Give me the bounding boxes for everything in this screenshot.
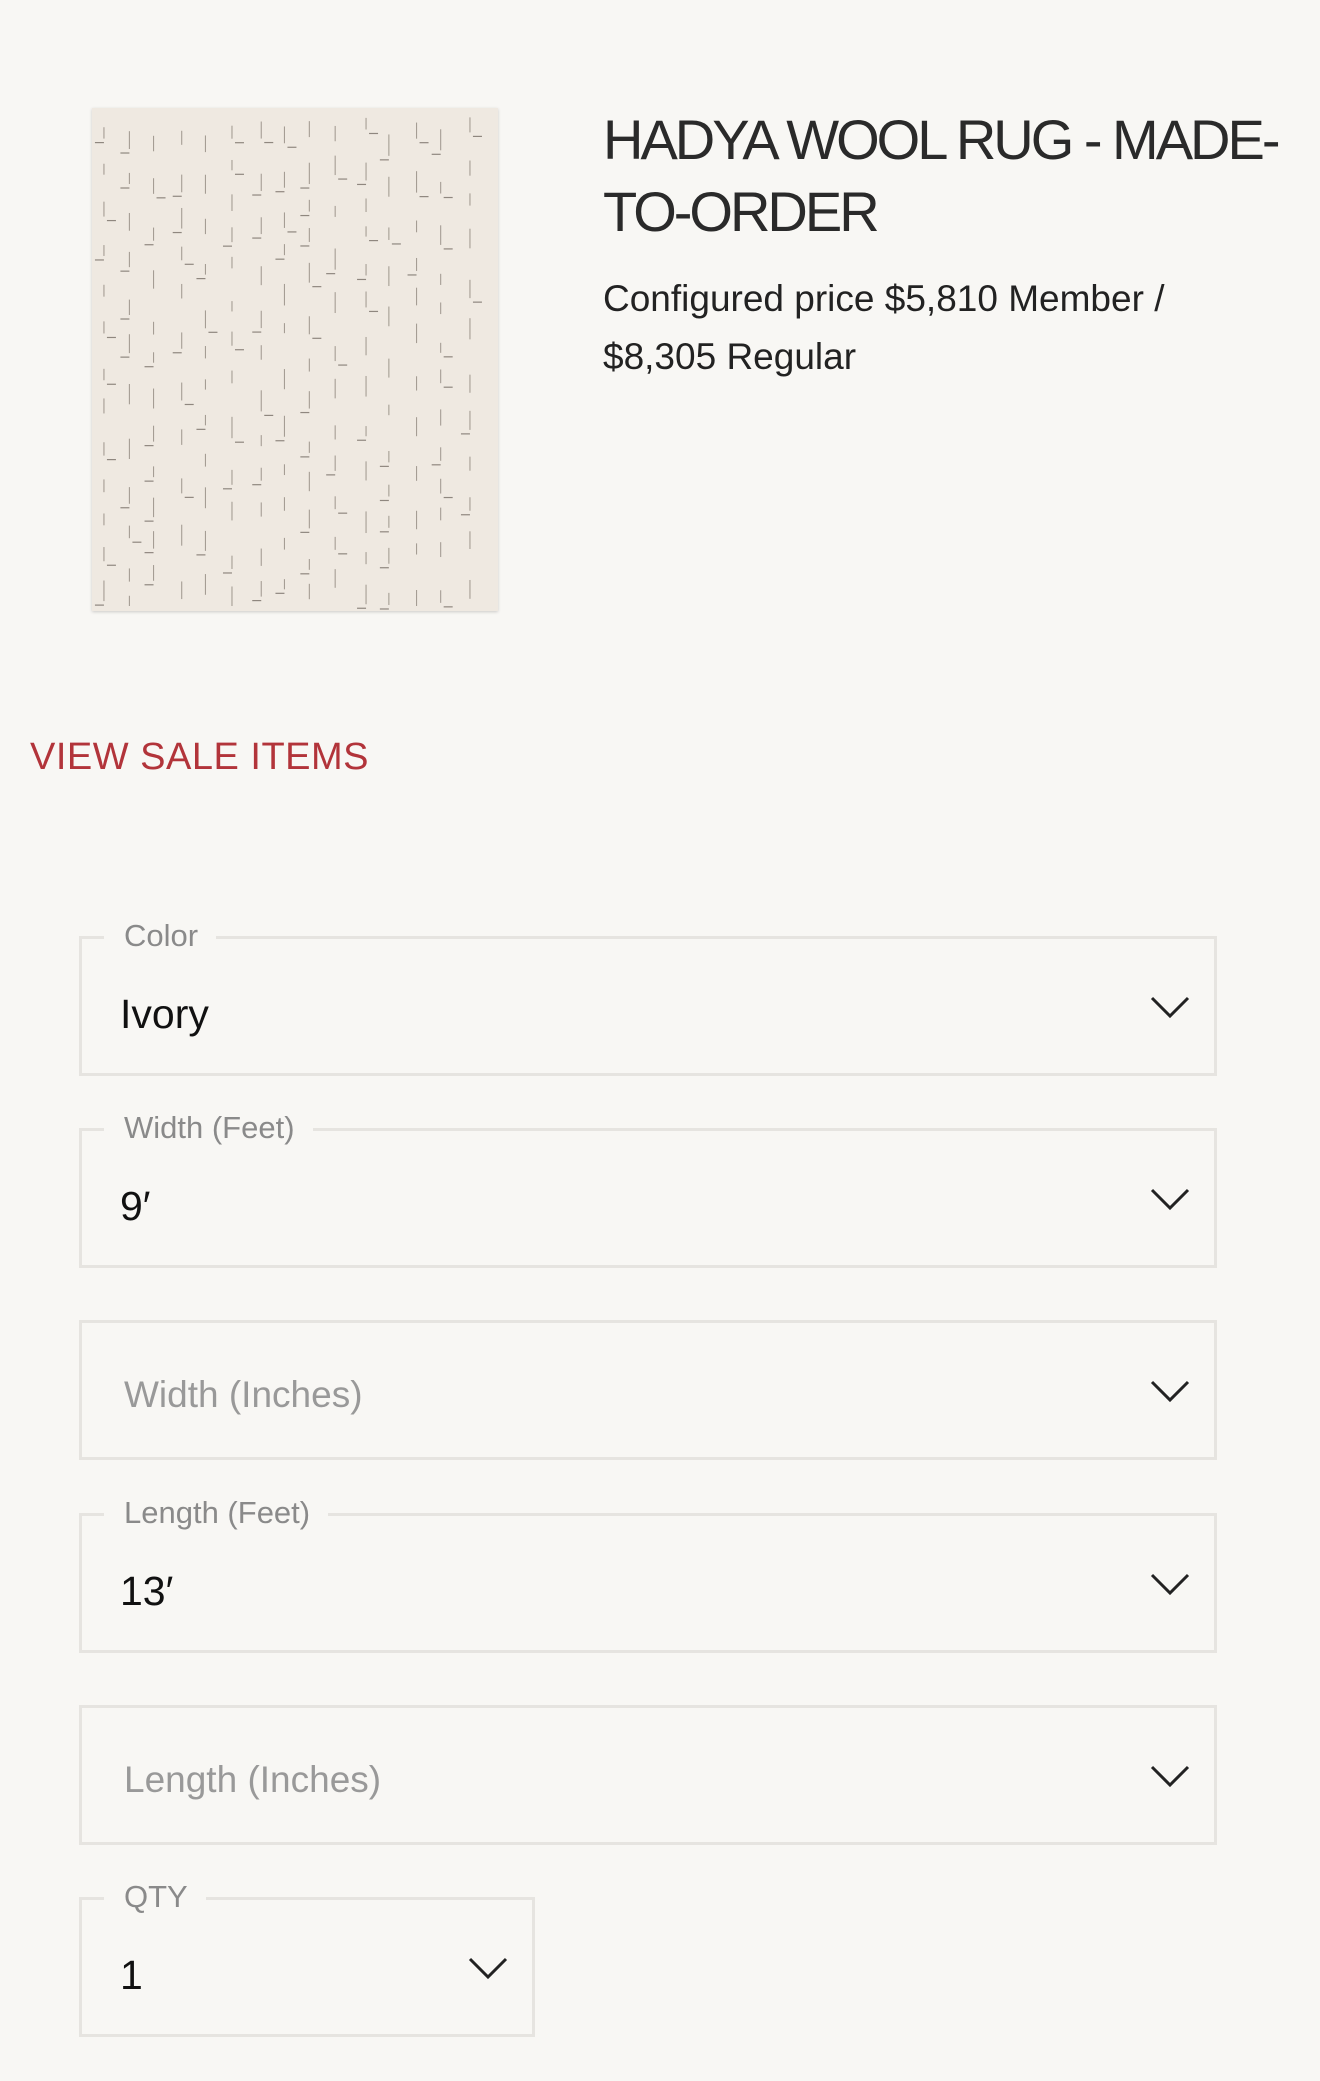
width-feet-select-label: Width (Feet): [104, 1106, 313, 1150]
chevron-down-icon: [468, 1957, 508, 1980]
qty-select-value: 1: [120, 1952, 143, 1998]
product-config-page: HADYA WOOL RUG - MADE-TO-ORDER Configure…: [0, 0, 1320, 2081]
chevron-down-icon: [1150, 996, 1190, 1019]
qty-select-label: QTY: [104, 1875, 206, 1919]
view-sale-items-link[interactable]: VIEW SALE ITEMS: [30, 736, 369, 779]
length-inches-select[interactable]: Length (Inches): [79, 1705, 1217, 1845]
rug-image: [92, 108, 498, 611]
width-feet-select[interactable]: Width (Feet) 9′: [79, 1106, 1217, 1268]
product-image[interactable]: [92, 108, 498, 611]
product-price: Configured price $5,810 Member / $8,305 …: [603, 278, 1165, 377]
color-select-value: Ivory: [120, 991, 209, 1037]
length-feet-select-label: Length (Feet): [104, 1491, 329, 1535]
chevron-down-icon: [1150, 1188, 1190, 1211]
product-title: HADYA WOOL RUG - MADE-TO-ORDER: [603, 108, 1281, 243]
length-inches-select-placeholder: Length (Inches): [124, 1759, 382, 1800]
chevron-down-icon: [1150, 1573, 1190, 1596]
chevron-down-icon: [1150, 1380, 1190, 1403]
length-feet-select[interactable]: Length (Feet) 13′: [79, 1491, 1217, 1653]
color-select-label: Color: [104, 914, 217, 958]
width-inches-select[interactable]: Width (Inches): [79, 1320, 1217, 1460]
chevron-down-icon: [1150, 1765, 1190, 1788]
qty-select[interactable]: QTY 1: [79, 1875, 535, 2037]
color-select[interactable]: Color Ivory: [79, 914, 1217, 1076]
width-feet-select-value: 9′: [120, 1183, 151, 1229]
width-inches-select-placeholder: Width (Inches): [124, 1374, 363, 1415]
length-feet-select-value: 13′: [120, 1568, 174, 1614]
